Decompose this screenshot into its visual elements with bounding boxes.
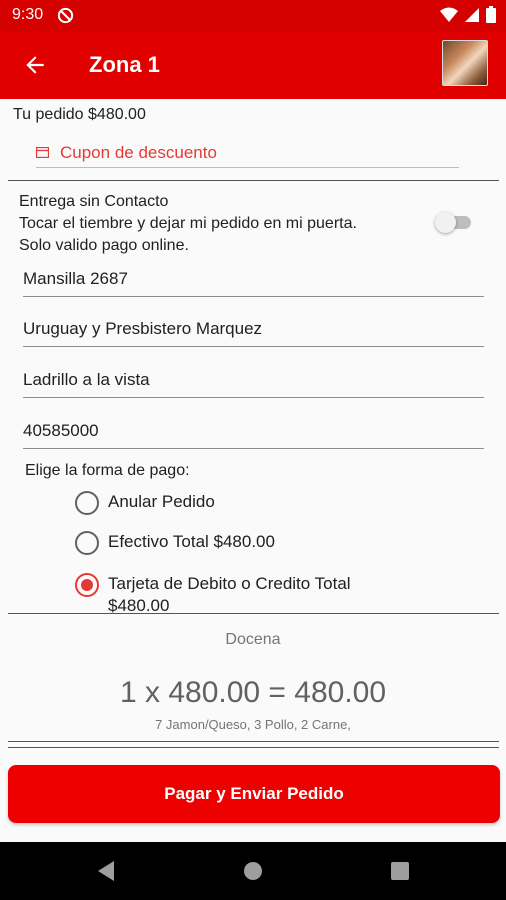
app-bar: Zona 1 — [0, 32, 506, 99]
divider — [8, 613, 499, 614]
payment-option-label: Tarjeta de Debito o Credito Total $480.0… — [108, 574, 351, 615]
back-arrow-icon[interactable] — [22, 52, 48, 78]
product-calculation: 1 x 480.00 = 480.00 — [119, 676, 387, 709]
avatar[interactable] — [442, 40, 488, 86]
battery-icon — [486, 6, 496, 23]
contactless-note: Solo valido pago online. — [19, 237, 189, 254]
pay-and-send-button[interactable]: Pagar y Enviar Pedido — [8, 765, 500, 823]
divider — [8, 180, 499, 181]
coupon-field[interactable]: Cupon de descuento — [36, 140, 459, 168]
signal-icon — [465, 7, 479, 22]
divider — [8, 741, 499, 742]
payment-option-label: Efectivo Total $480.00 — [108, 532, 275, 551]
page-title: Zona 1 — [89, 52, 160, 77]
status-icons — [440, 6, 496, 23]
phone-field[interactable]: 40585000 — [23, 417, 484, 449]
product-name: Docena — [225, 631, 281, 648]
contactless-title: Entrega sin Contacto — [19, 193, 169, 210]
payment-option-cancel[interactable]: Anular Pedido — [75, 491, 215, 515]
coupon-label: Cupon de descuento — [60, 143, 217, 162]
wifi-icon — [440, 7, 458, 22]
toggle-thumb — [435, 212, 456, 233]
contactless-toggle[interactable] — [435, 212, 475, 233]
product-description: 7 Jamon/Queso, 3 Pollo, 2 Carne, — [155, 717, 351, 732]
navigation-bar — [0, 842, 506, 900]
payment-option-cash[interactable]: Efectivo Total $480.00 — [75, 531, 275, 555]
divider — [8, 747, 499, 748]
cross-streets-field[interactable]: Uruguay y Presbistero Marquez — [23, 315, 484, 347]
ticket-icon — [36, 147, 49, 158]
reference-field[interactable]: Ladrillo a la vista — [23, 366, 484, 398]
do-not-disturb-icon — [57, 7, 74, 24]
status-bar: 9:30 — [0, 0, 506, 32]
radio-circle-selected — [75, 573, 99, 597]
payment-label: Elige la forma de pago: — [25, 462, 190, 479]
payment-option-label: Anular Pedido — [108, 492, 215, 511]
nav-back-icon[interactable] — [96, 860, 116, 882]
radio-circle — [75, 491, 99, 515]
street-field[interactable]: Mansilla 2687 — [23, 265, 484, 297]
status-time: 9:30 — [12, 6, 44, 23]
contactless-description: Tocar el tiembre y dejar mi pedido en mi… — [19, 215, 357, 232]
payment-option-card[interactable]: Tarjeta de Debito o Credito Total $480.0… — [75, 573, 388, 617]
nav-recents-icon[interactable] — [390, 860, 410, 882]
contactless-text: Entrega sin Contacto Tocar el tiembre y … — [19, 191, 357, 257]
order-total: Tu pedido $480.00 — [13, 106, 146, 123]
nav-home-icon[interactable] — [243, 860, 263, 882]
radio-circle — [75, 531, 99, 555]
